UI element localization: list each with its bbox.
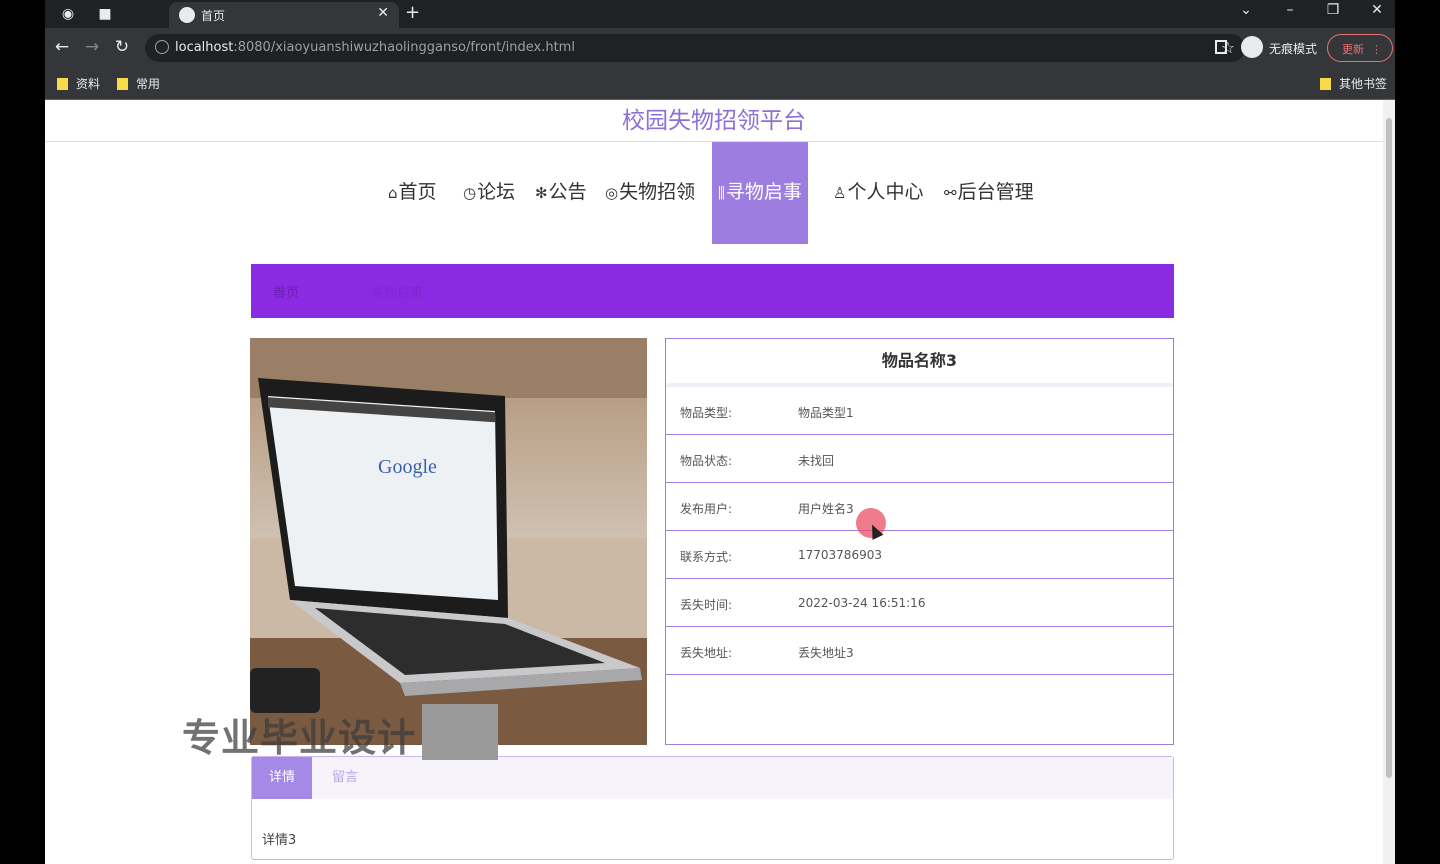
nav-label: 论坛 (477, 181, 516, 203)
tab-title: 首页 (201, 9, 226, 23)
info-label: 丢失地址: (680, 646, 733, 660)
nav-item-home[interactable]: ⌂首页 (388, 142, 437, 244)
info-value: 未找回 (798, 454, 835, 468)
info-row-status: 物品状态: 未找回 (666, 435, 1173, 483)
laptop-illustration: Google (250, 338, 647, 745)
info-value: 丢失地址3 (798, 646, 854, 660)
site-title: 校园失物招领平台 (45, 100, 1383, 142)
nav-item-forum[interactable]: ◷论坛 (463, 142, 515, 244)
item-name: 物品名称3 (666, 339, 1173, 387)
info-label: 物品状态: (680, 454, 733, 468)
google-logo-text: Google (378, 456, 437, 478)
other-bookmarks[interactable]: 其他书签 (1320, 75, 1387, 92)
item-info-panel: 物品名称3 物品类型: 物品类型1 物品状态: 未找回 发布用户: 用户姓名3 联系方… (665, 338, 1174, 745)
incognito-icon[interactable] (1241, 36, 1263, 58)
asterisk-icon: ✻ (535, 184, 548, 202)
folder-icon (1320, 78, 1331, 90)
nav-item-lost-notice[interactable]: ⫼寻物启事 (712, 142, 808, 244)
nav-item-lost-found[interactable]: ◎失物招领 (605, 142, 695, 244)
link-icon: ⚯ (944, 184, 957, 202)
bookmark-label: 常用 (136, 77, 161, 91)
close-tab-icon[interactable]: ✕ (377, 5, 389, 21)
nav-label: 首页 (398, 181, 437, 203)
update-button[interactable]: 更新 ⋮ (1327, 34, 1393, 62)
incognito-label: 无痕模式 (1269, 42, 1318, 56)
restore-button[interactable]: ❐ (1318, 2, 1348, 18)
detail-content: 详情3 (262, 833, 297, 848)
info-row-lost-address: 丢失地址: 丢失地址3 (666, 627, 1173, 675)
browser-tab-bar: ◉ ■ 首页 ✕ + ⌄ – ❐ ✕ (45, 0, 1395, 28)
breadcrumb-current: 寻物启事 (371, 286, 424, 301)
info-value: 用户姓名3 (798, 502, 854, 516)
bookmark-folder-ziliao[interactable]: 资料 (57, 75, 100, 92)
nav-label: 寻物启事 (725, 181, 802, 203)
watermark-text: 专业毕业设计 (182, 716, 417, 760)
nav-label: 后台管理 (957, 181, 1034, 203)
nav-label: 公告 (548, 181, 587, 203)
url-host: localhost (175, 40, 234, 55)
info-row-contact: 联系方式: 17703786903 (666, 531, 1173, 579)
info-row-lost-time: 丢失时间: 2022-03-24 16:51:16 (666, 579, 1173, 627)
columns-icon: ⫼ (718, 184, 725, 202)
browser-toolbar: ← → ↻ localhost:8080/xiaoyuanshiwuzhaoli… (45, 28, 1395, 68)
info-value: 物品类型1 (798, 406, 854, 420)
clock-icon: ◷ (463, 184, 477, 202)
nav-item-profile[interactable]: ♙个人中心 (833, 142, 923, 244)
update-label: 更新 (1342, 43, 1364, 56)
nav-label: 个人中心 (847, 181, 924, 203)
bookmark-label: 资料 (76, 77, 101, 91)
url-path: :8080/xiaoyuanshiwuzhaolingganso/front/i… (233, 40, 575, 55)
tab-detail[interactable]: 详情 (252, 757, 312, 799)
page-scrollbar[interactable] (1383, 100, 1395, 864)
tab-comment[interactable]: 留言 (332, 757, 358, 799)
tab-dropdown-icon[interactable]: ⌄ (1231, 2, 1261, 18)
info-value: 2022-03-24 16:51:16 (798, 596, 926, 610)
folder-icon (57, 78, 68, 90)
globe-icon (179, 7, 195, 23)
info-label: 丢失时间: (680, 598, 733, 612)
nav-label: 失物招领 (619, 181, 696, 203)
info-value: 17703786903 (798, 548, 882, 562)
watermark-blur (422, 704, 498, 760)
breadcrumb-home[interactable]: 首页 (273, 282, 299, 301)
home-icon: ⌂ (388, 184, 398, 202)
other-bookmarks-label: 其他书签 (1339, 77, 1388, 91)
bookmark-folder-changyong[interactable]: 常用 (117, 75, 160, 92)
target-icon: ◎ (605, 184, 619, 202)
close-window-button[interactable]: ✕ (1362, 2, 1392, 18)
info-row-type: 物品类型: 物品类型1 (666, 387, 1173, 435)
reload-button[interactable]: ↻ (111, 37, 133, 57)
scrollbar-thumb[interactable] (1386, 118, 1392, 778)
breadcrumb: 首页 寻物启事 (251, 264, 1174, 318)
browser-menu-icon[interactable]: ◉ (60, 6, 76, 22)
minimize-button[interactable]: – (1275, 2, 1305, 18)
address-bar[interactable]: localhost:8080/xiaoyuanshiwuzhaolinggans… (145, 34, 1245, 62)
web-page: 校园失物招领平台 ⌂首页 ◷论坛 ✻公告 ◎失物招领 ⫼寻物启事 ♙个人中心 ⚯… (45, 100, 1395, 864)
detail-box: 详情 留言 详情3 (251, 756, 1174, 860)
forward-button[interactable]: → (81, 37, 103, 57)
nav-item-notice[interactable]: ✻公告 (535, 142, 587, 244)
back-button[interactable]: ← (51, 37, 73, 57)
info-label: 物品类型: (680, 406, 733, 420)
info-label: 联系方式: (680, 550, 733, 564)
item-photo: Google (250, 338, 647, 745)
main-nav: ⌂首页 ◷论坛 ✻公告 ◎失物招领 ⫼寻物启事 ♙个人中心 ⚯后台管理 (45, 142, 1383, 244)
url-text: localhost:8080/xiaoyuanshiwuzhaolinggans… (175, 40, 575, 55)
tab-search-icon[interactable]: ■ (97, 6, 113, 22)
new-tab-button[interactable]: + (405, 2, 420, 23)
info-row-user: 发布用户: 用户姓名3 (666, 483, 1173, 531)
folder-icon (117, 78, 128, 90)
user-icon: ♙ (833, 184, 847, 202)
info-label: 发布用户: (680, 502, 733, 516)
bookmarks-bar: 资料 常用 其他书签 (45, 68, 1395, 100)
side-panel-icon[interactable] (1215, 40, 1227, 54)
detail-tabs: 详情 留言 (252, 757, 1173, 799)
browser-tab-home[interactable]: 首页 ✕ (169, 2, 399, 28)
site-info-icon[interactable] (155, 40, 169, 54)
nav-item-admin[interactable]: ⚯后台管理 (944, 142, 1034, 244)
